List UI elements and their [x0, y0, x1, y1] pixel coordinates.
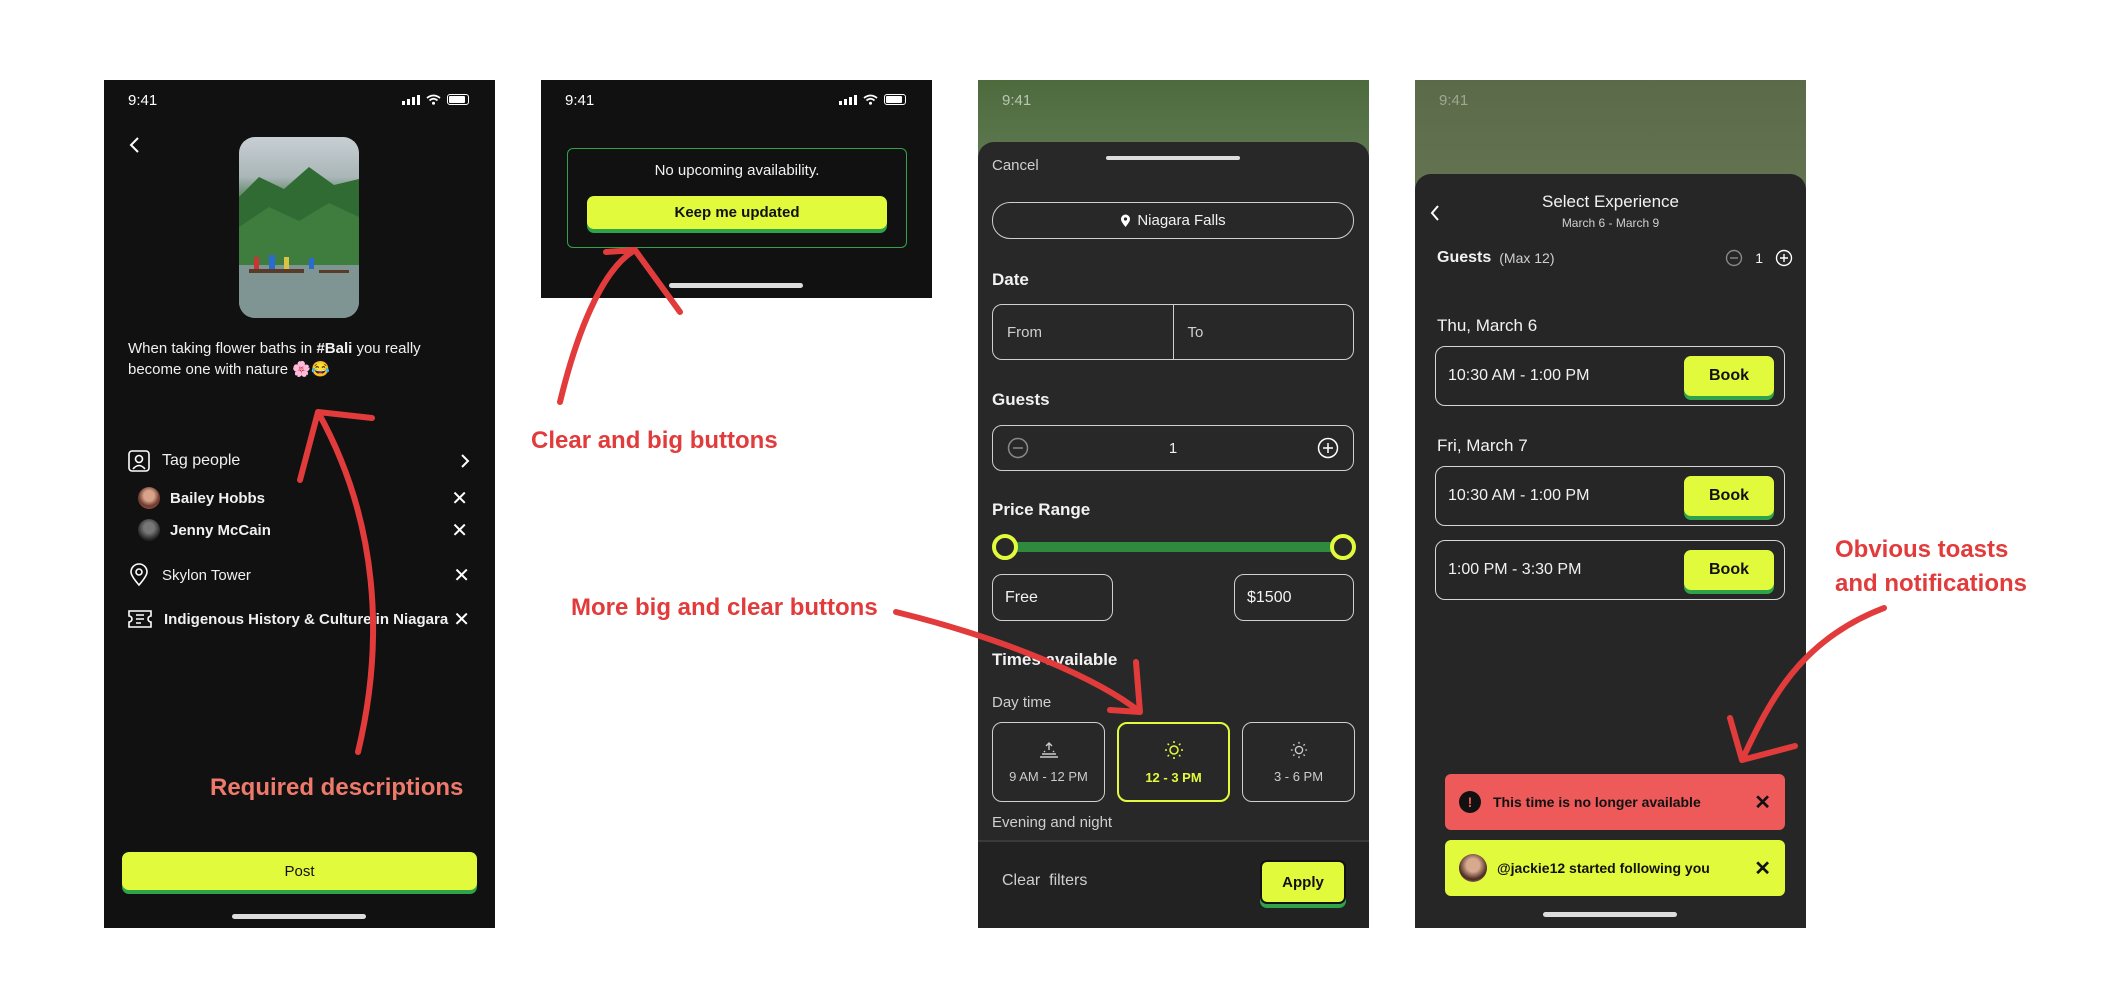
arrow-clear-big-buttons [557, 247, 683, 405]
arrow-obvious-toasts [1727, 605, 1887, 763]
annotation-arrows [297, 247, 1887, 763]
arrow-more-big-buttons [893, 609, 1143, 715]
arrow-required-descriptions [297, 409, 377, 755]
